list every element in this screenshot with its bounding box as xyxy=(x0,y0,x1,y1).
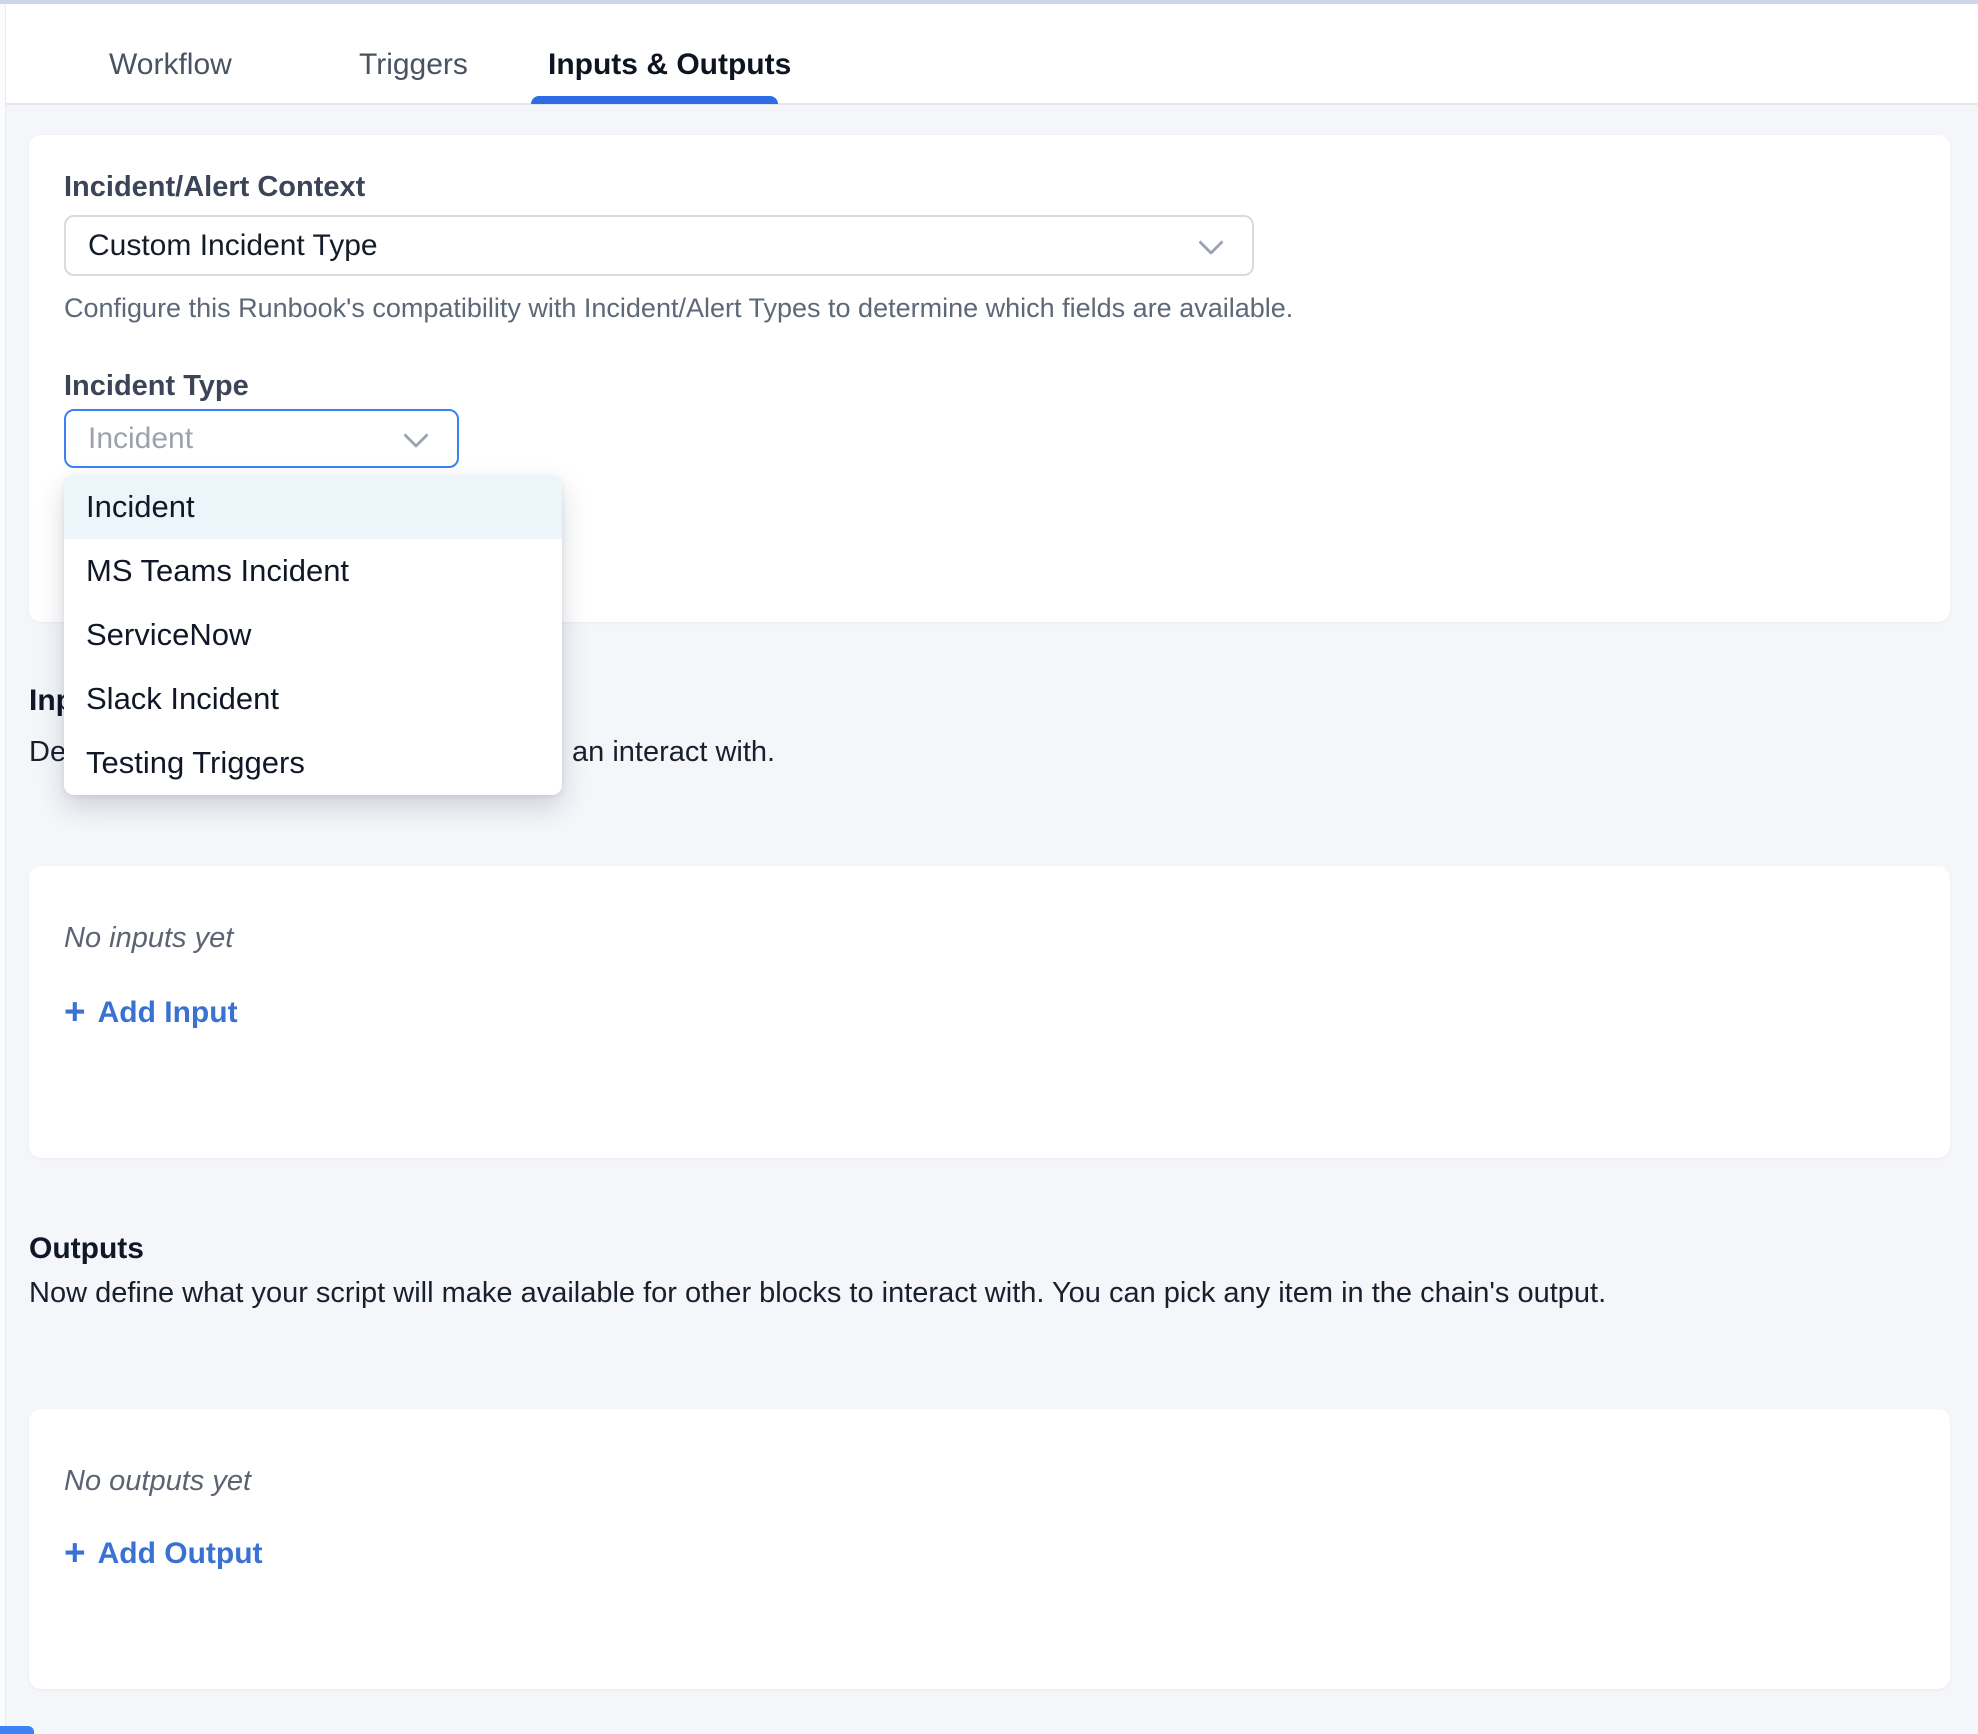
context-help-text: Configure this Runbook's compatibility w… xyxy=(64,293,1293,324)
no-outputs-text: No outputs yet xyxy=(64,1465,251,1498)
add-output-button[interactable]: + Add Output xyxy=(64,1537,263,1571)
inputs-description-fragment-left: De xyxy=(29,736,66,768)
dropdown-option-slack-incident[interactable]: Slack Incident xyxy=(64,667,562,731)
incident-type-select[interactable]: Incident xyxy=(64,409,459,468)
left-gutter xyxy=(0,4,6,1734)
dropdown-option-testing-triggers[interactable]: Testing Triggers xyxy=(64,731,562,795)
dropdown-option-servicenow[interactable]: ServiceNow xyxy=(64,603,562,667)
tab-bar: Workflow Triggers Inputs & Outputs xyxy=(6,4,1978,105)
outputs-section-description: Now define what your script will make av… xyxy=(29,1277,1606,1310)
tab-triggers[interactable]: Triggers xyxy=(359,48,468,82)
outputs-section-title: Outputs xyxy=(29,1232,144,1266)
dropdown-option-ms-teams-incident[interactable]: MS Teams Incident xyxy=(64,539,562,603)
chevron-down-icon xyxy=(403,422,428,447)
bottom-left-accent-bar xyxy=(0,1726,34,1734)
dropdown-option-incident[interactable]: Incident xyxy=(64,475,562,539)
add-input-button[interactable]: + Add Input xyxy=(64,996,238,1030)
plus-icon: + xyxy=(64,997,86,1027)
incident-type-placeholder: Incident xyxy=(88,411,193,466)
incident-alert-context-label: Incident/Alert Context xyxy=(64,171,365,204)
page: Workflow Triggers Inputs & Outputs Incid… xyxy=(0,0,1978,1734)
active-tab-underline xyxy=(531,96,778,104)
incident-type-label: Incident Type xyxy=(64,370,249,403)
add-input-label: Add Input xyxy=(98,996,238,1030)
incident-alert-context-select[interactable]: Custom Incident Type xyxy=(64,215,1254,276)
incident-alert-context-value: Custom Incident Type xyxy=(88,217,378,274)
tab-inputs-outputs[interactable]: Inputs & Outputs xyxy=(548,48,791,82)
tab-workflow[interactable]: Workflow xyxy=(109,48,232,82)
inputs-description-fragment-right: an interact with. xyxy=(572,736,775,769)
outputs-card: No outputs yet + Add Output xyxy=(29,1409,1950,1689)
inputs-card: No inputs yet + Add Input xyxy=(29,866,1950,1158)
plus-icon: + xyxy=(64,1538,86,1568)
no-inputs-text: No inputs yet xyxy=(64,922,233,955)
chevron-down-icon xyxy=(1198,229,1223,254)
incident-type-dropdown-menu: Incident MS Teams Incident ServiceNow Sl… xyxy=(64,475,562,795)
add-output-label: Add Output xyxy=(98,1537,263,1571)
